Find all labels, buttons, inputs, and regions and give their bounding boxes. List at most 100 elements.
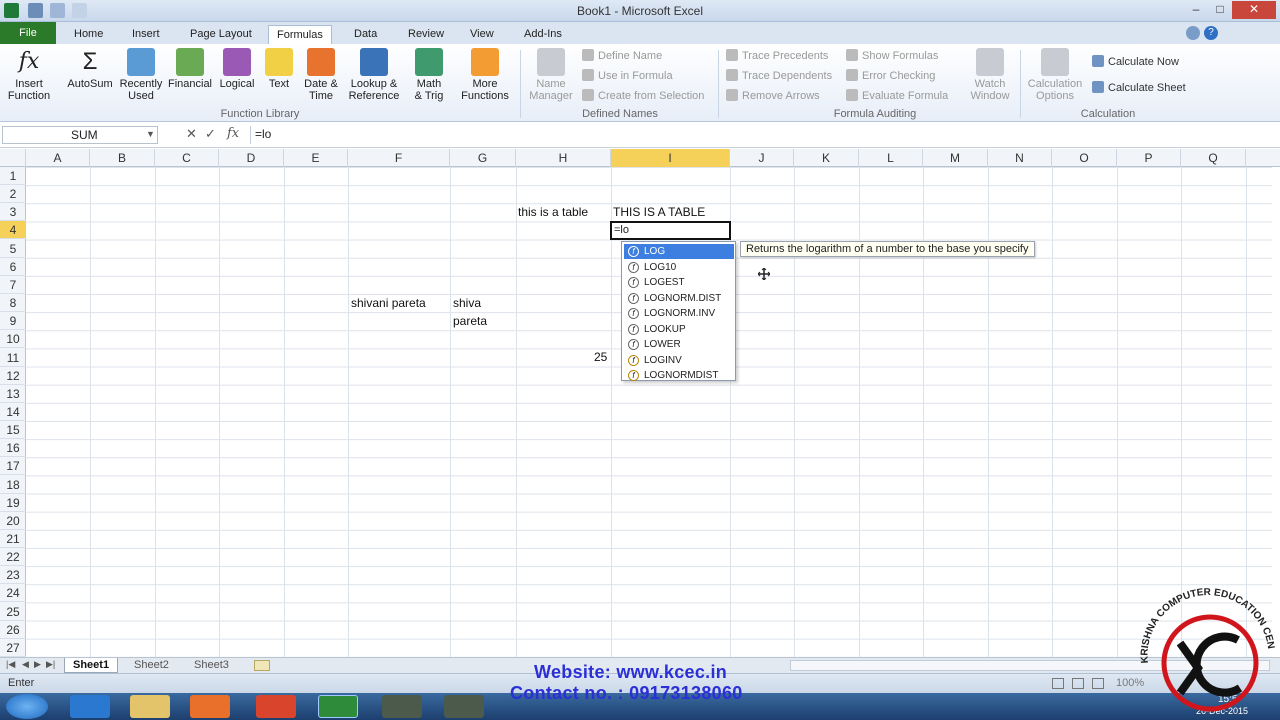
- cell-F8[interactable]: shivani pareta: [351, 294, 426, 312]
- column-header[interactable]: D: [219, 149, 284, 167]
- tab-insert[interactable]: Insert: [124, 25, 168, 44]
- watch-window-button[interactable]: Watch Window: [962, 48, 1018, 102]
- autosum-button[interactable]: Σ AutoSum: [64, 48, 116, 90]
- calculate-now-button[interactable]: Calculate Now: [1092, 54, 1179, 71]
- remove-arrows-button[interactable]: Remove Arrows: [726, 88, 820, 105]
- column-header[interactable]: G: [450, 149, 516, 167]
- page-layout-view-icon[interactable]: [1072, 678, 1084, 689]
- chevron-down-icon[interactable]: ▼: [146, 129, 155, 139]
- normal-view-icon[interactable]: [1052, 678, 1064, 689]
- row-header[interactable]: 2: [0, 185, 26, 204]
- row-header-selected[interactable]: 4: [0, 221, 26, 240]
- create-from-selection-button[interactable]: Create from Selection: [582, 88, 704, 105]
- calculate-sheet-button[interactable]: Calculate Sheet: [1092, 80, 1186, 97]
- insert-function-icon[interactable]: fx: [227, 126, 239, 141]
- row-header[interactable]: 10: [0, 330, 26, 349]
- lookup-reference-button[interactable]: Lookup & Reference: [344, 48, 404, 102]
- use-in-formula-button[interactable]: Use in Formula: [582, 68, 673, 85]
- sheet-nav-prev-icon[interactable]: ◀: [22, 659, 29, 670]
- row-header[interactable]: 23: [0, 566, 26, 585]
- row-header[interactable]: 13: [0, 385, 26, 403]
- row-header[interactable]: 21: [0, 530, 26, 548]
- error-checking-button[interactable]: Error Checking: [846, 68, 935, 85]
- row-header[interactable]: 8: [0, 294, 26, 313]
- row-header[interactable]: 11: [0, 349, 26, 367]
- row-header[interactable]: 24: [0, 584, 26, 603]
- formula-input[interactable]: =lo: [250, 126, 1270, 144]
- more-functions-button[interactable]: More Functions: [454, 48, 516, 102]
- column-header[interactable]: J: [730, 149, 794, 167]
- date-time-button[interactable]: Date & Time: [300, 48, 342, 102]
- define-name-button[interactable]: Define Name: [582, 48, 662, 65]
- autocomplete-item[interactable]: f LOOKUP: [624, 322, 734, 337]
- financial-button[interactable]: Financial: [166, 48, 214, 90]
- tab-view[interactable]: View: [462, 25, 502, 44]
- column-header[interactable]: N: [988, 149, 1052, 167]
- tab-add-ins[interactable]: Add-Ins: [516, 25, 570, 44]
- maximize-button[interactable]: □: [1208, 1, 1232, 19]
- row-header[interactable]: 1: [0, 167, 26, 185]
- row-header[interactable]: 25: [0, 603, 26, 621]
- row-header[interactable]: 6: [0, 258, 26, 276]
- column-header[interactable]: Q: [1181, 149, 1246, 167]
- media-player-icon[interactable]: [190, 695, 230, 718]
- column-header[interactable]: F: [348, 149, 450, 167]
- tab-file[interactable]: File: [0, 22, 56, 44]
- autocomplete-item[interactable]: f LOGINV: [624, 353, 734, 368]
- cancel-icon[interactable]: ✕: [186, 126, 197, 142]
- active-cell-I4[interactable]: =lo: [610, 221, 731, 240]
- row-header[interactable]: 18: [0, 476, 26, 494]
- explorer-folder-icon[interactable]: [130, 695, 170, 718]
- text-button[interactable]: Text: [262, 48, 296, 90]
- row-header[interactable]: 17: [0, 457, 26, 476]
- tab-review[interactable]: Review: [400, 25, 452, 44]
- page-break-view-icon[interactable]: [1092, 678, 1104, 689]
- chrome-icon[interactable]: [256, 695, 296, 718]
- app-taskbar-icon[interactable]: [382, 695, 422, 718]
- sheet-tab-sheet1[interactable]: Sheet1: [64, 658, 119, 673]
- autocomplete-item[interactable]: f LOGNORMDIST: [624, 368, 734, 383]
- recently-used-button[interactable]: Recently Used: [118, 48, 164, 102]
- show-formulas-button[interactable]: Show Formulas: [846, 48, 938, 65]
- column-header[interactable]: C: [155, 149, 219, 167]
- autocomplete-item[interactable]: f LOG: [624, 244, 734, 259]
- column-header[interactable]: P: [1117, 149, 1181, 167]
- evaluate-formula-button[interactable]: Evaluate Formula: [846, 88, 948, 105]
- row-header[interactable]: 15: [0, 421, 26, 440]
- row-header[interactable]: 26: [0, 621, 26, 639]
- row-header[interactable]: 12: [0, 367, 26, 385]
- start-button[interactable]: [6, 694, 48, 719]
- name-box[interactable]: SUM: [2, 126, 158, 144]
- column-header[interactable]: B: [90, 149, 155, 167]
- column-header[interactable]: A: [26, 149, 90, 167]
- column-header[interactable]: K: [794, 149, 859, 167]
- autocomplete-item[interactable]: f LOGNORM.INV: [624, 306, 734, 321]
- insert-function-button[interactable]: fx Insert Function: [4, 48, 54, 102]
- row-header[interactable]: 20: [0, 512, 26, 530]
- insert-sheet-icon[interactable]: [254, 660, 270, 671]
- column-header[interactable]: M: [923, 149, 988, 167]
- trace-precedents-button[interactable]: Trace Precedents: [726, 48, 828, 65]
- sheet-tab-sheet2[interactable]: Sheet2: [126, 658, 177, 673]
- help-icon[interactable]: ?: [1204, 26, 1218, 40]
- internet-explorer-icon[interactable]: [70, 695, 110, 718]
- cell-I3[interactable]: THIS IS A TABLE: [613, 203, 705, 221]
- column-header-selected[interactable]: I: [611, 149, 730, 167]
- autocomplete-item[interactable]: f LOGNORM.DIST: [624, 291, 734, 306]
- tab-formulas[interactable]: Formulas: [268, 25, 332, 44]
- select-all-corner[interactable]: [0, 149, 26, 167]
- row-header[interactable]: 22: [0, 548, 26, 567]
- close-button[interactable]: ✕: [1232, 1, 1276, 19]
- cell-H11[interactable]: 25: [594, 348, 607, 366]
- sheet-tab-sheet3[interactable]: Sheet3: [186, 658, 237, 673]
- sheet-nav-last-icon[interactable]: ▶|: [46, 659, 55, 670]
- minimize-button[interactable]: –: [1184, 1, 1208, 19]
- row-header[interactable]: 16: [0, 439, 26, 458]
- autocomplete-item[interactable]: f LOG10: [624, 260, 734, 275]
- excel-taskbar-icon[interactable]: [318, 695, 358, 718]
- sheet-nav-first-icon[interactable]: |◀: [6, 659, 15, 670]
- math-trig-button[interactable]: Math & Trig: [406, 48, 452, 102]
- row-header[interactable]: 27: [0, 639, 26, 657]
- name-manager-button[interactable]: Name Manager: [526, 48, 576, 102]
- sheet-nav-next-icon[interactable]: ▶: [34, 659, 41, 670]
